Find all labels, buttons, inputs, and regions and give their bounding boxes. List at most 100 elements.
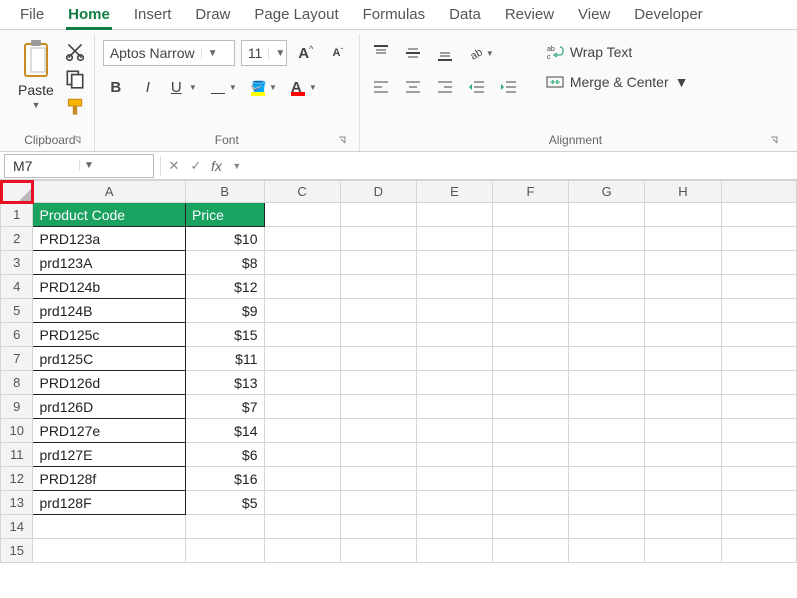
cell[interactable] (721, 371, 797, 395)
cell[interactable] (340, 299, 416, 323)
font-size-combo[interactable]: 11▼ (241, 40, 287, 66)
cell[interactable] (721, 299, 797, 323)
underline-button[interactable]: U▼ (167, 74, 201, 100)
cell[interactable] (721, 443, 797, 467)
cell[interactable] (569, 299, 645, 323)
cell[interactable] (264, 347, 340, 371)
tab-insert[interactable]: Insert (122, 2, 184, 29)
formula-input[interactable] (248, 154, 797, 178)
alignment-launcher[interactable] (769, 135, 781, 147)
orientation-button[interactable]: ab▼ (464, 40, 498, 66)
font-launcher[interactable] (337, 135, 349, 147)
row-header[interactable]: 1 (1, 203, 33, 227)
cell[interactable] (493, 371, 569, 395)
cell[interactable]: Price (186, 203, 265, 227)
cell[interactable] (645, 491, 721, 515)
cell[interactable] (416, 323, 492, 347)
cell[interactable] (264, 491, 340, 515)
col-header[interactable]: E (416, 181, 492, 203)
cell[interactable] (645, 347, 721, 371)
cell[interactable] (340, 371, 416, 395)
cell[interactable]: $10 (186, 227, 265, 251)
paste-button[interactable]: Paste ▼ (14, 36, 58, 112)
cancel-formula-button[interactable]: ✕ (163, 155, 185, 177)
cell[interactable] (340, 275, 416, 299)
cell[interactable] (645, 443, 721, 467)
cell[interactable]: PRD123a (33, 227, 186, 251)
cell[interactable] (645, 275, 721, 299)
tab-page-layout[interactable]: Page Layout (242, 2, 350, 29)
cell[interactable] (721, 419, 797, 443)
col-header[interactable]: B (186, 181, 265, 203)
cell[interactable]: $9 (186, 299, 265, 323)
row-header[interactable]: 8 (1, 371, 33, 395)
cell[interactable] (569, 539, 645, 563)
cell[interactable] (493, 419, 569, 443)
cell[interactable]: PRD124b (33, 275, 186, 299)
cell[interactable] (416, 539, 492, 563)
align-left-button[interactable] (368, 74, 394, 100)
cell[interactable] (416, 347, 492, 371)
fill-color-button[interactable]: 🪣▼ (247, 74, 281, 100)
cell[interactable] (493, 539, 569, 563)
cell[interactable]: $14 (186, 419, 265, 443)
cell[interactable]: $11 (186, 347, 265, 371)
cell[interactable] (264, 395, 340, 419)
row-header[interactable]: 2 (1, 227, 33, 251)
tab-review[interactable]: Review (493, 2, 566, 29)
row-header[interactable]: 6 (1, 323, 33, 347)
cell[interactable] (721, 347, 797, 371)
cell[interactable] (721, 227, 797, 251)
cell[interactable] (416, 515, 492, 539)
cell[interactable]: $15 (186, 323, 265, 347)
cell[interactable]: PRD125c (33, 323, 186, 347)
row-header[interactable]: 15 (1, 539, 33, 563)
italic-button[interactable]: I (135, 74, 161, 100)
cell[interactable]: prd125C (33, 347, 186, 371)
cell[interactable] (264, 515, 340, 539)
cell[interactable] (416, 467, 492, 491)
cell[interactable] (264, 275, 340, 299)
cell[interactable] (569, 323, 645, 347)
tab-data[interactable]: Data (437, 2, 493, 29)
cell[interactable]: prd124B (33, 299, 186, 323)
cell[interactable] (569, 203, 645, 227)
cell[interactable] (340, 251, 416, 275)
cell[interactable]: Product Code (33, 203, 186, 227)
cell[interactable]: $7 (186, 395, 265, 419)
cell[interactable] (569, 419, 645, 443)
cell[interactable] (493, 299, 569, 323)
increase-indent-button[interactable] (496, 74, 522, 100)
cell[interactable] (493, 515, 569, 539)
cell[interactable]: $16 (186, 467, 265, 491)
border-button[interactable]: ▼ (207, 74, 241, 100)
row-header[interactable]: 5 (1, 299, 33, 323)
bold-button[interactable]: B (103, 74, 129, 100)
cell[interactable] (645, 419, 721, 443)
cell[interactable] (569, 347, 645, 371)
cell[interactable]: PRD127e (33, 419, 186, 443)
cell[interactable] (416, 491, 492, 515)
cell[interactable] (340, 419, 416, 443)
cell[interactable] (416, 443, 492, 467)
tab-draw[interactable]: Draw (183, 2, 242, 29)
cell[interactable]: PRD126d (33, 371, 186, 395)
cell[interactable] (264, 371, 340, 395)
cell[interactable] (264, 299, 340, 323)
cell[interactable] (33, 539, 186, 563)
row-header[interactable]: 12 (1, 467, 33, 491)
tab-view[interactable]: View (566, 2, 622, 29)
cell[interactable] (721, 251, 797, 275)
decrease-indent-button[interactable] (464, 74, 490, 100)
cell[interactable] (264, 203, 340, 227)
cell[interactable]: $6 (186, 443, 265, 467)
cell[interactable] (493, 227, 569, 251)
cell[interactable] (721, 275, 797, 299)
tab-home[interactable]: Home (56, 2, 122, 29)
cell[interactable] (721, 467, 797, 491)
copy-button[interactable] (64, 68, 86, 90)
cell[interactable] (493, 275, 569, 299)
cell[interactable] (569, 395, 645, 419)
cell[interactable] (569, 251, 645, 275)
row-header[interactable]: 14 (1, 515, 33, 539)
